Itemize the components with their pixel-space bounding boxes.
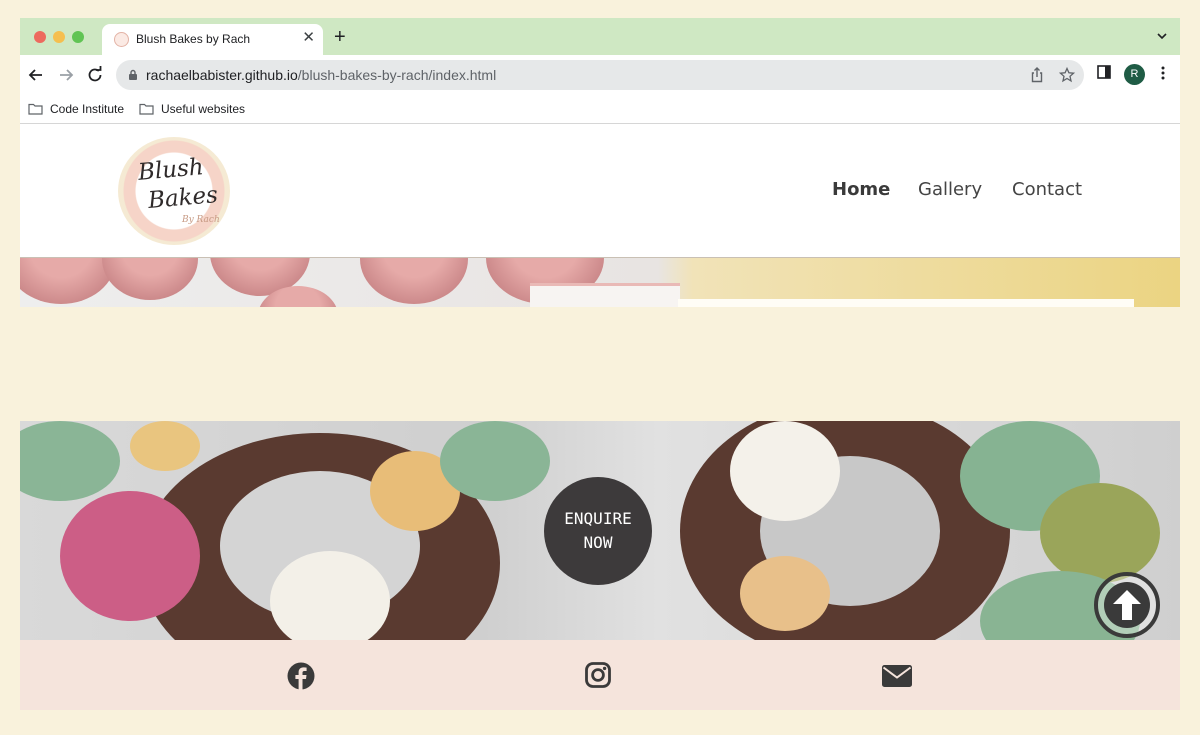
site-footer <box>20 640 1180 710</box>
lock-icon[interactable] <box>128 69 138 81</box>
bookmark-useful-websites[interactable]: Useful websites <box>139 100 245 118</box>
site-logo[interactable]: Blush Bakes By Rach <box>118 137 230 245</box>
folder-icon <box>139 103 154 115</box>
arrow-up-icon <box>1113 590 1141 620</box>
side-panel-icon[interactable] <box>1097 65 1111 79</box>
logo-line-1: Blush <box>136 154 205 186</box>
nav-home[interactable]: Home <box>832 179 890 200</box>
new-tab-button[interactable]: + <box>334 27 346 47</box>
logo-line-2: Bakes <box>147 182 219 214</box>
browser-tab[interactable]: Blush Bakes by Rach ✕ <box>102 24 323 55</box>
bookmark-label: Useful websites <box>161 102 246 116</box>
close-tab-icon[interactable]: ✕ <box>302 30 315 46</box>
facebook-icon[interactable] <box>287 662 315 690</box>
maximize-window-button[interactable] <box>72 31 84 43</box>
share-icon[interactable] <box>1030 67 1044 83</box>
tab-title: Blush Bakes by Rach <box>136 32 251 46</box>
logo-line-3: By Rach <box>182 215 220 225</box>
favicon-icon <box>114 32 129 47</box>
nav-gallery[interactable]: Gallery <box>918 179 982 200</box>
close-window-button[interactable] <box>34 31 46 43</box>
flower-white <box>270 551 390 640</box>
macaron <box>130 421 200 471</box>
chevron-down-icon[interactable] <box>1156 30 1168 42</box>
tab-strip: Blush Bakes by Rach ✕ + <box>20 18 1180 55</box>
macaron <box>740 556 830 631</box>
hero-image <box>20 258 1180 307</box>
frosting-green <box>20 421 120 501</box>
number-cake-banner: ENQUIRE NOW <box>20 421 1180 640</box>
flower-pink <box>60 491 200 621</box>
cupcake-image <box>360 258 468 304</box>
web-page: Blush Bakes By Rach Home Gallery Contact <box>20 125 1180 710</box>
folder-icon <box>28 103 43 115</box>
star-icon[interactable] <box>1059 67 1075 83</box>
bookmark-label: Code Institute <box>50 102 125 116</box>
cake-box-image <box>530 283 680 307</box>
browser-toolbar: rachaelbabister.github.io/blush-bakes-by… <box>20 55 1180 95</box>
browser-window: Blush Bakes by Rach ✕ + rachaelbabister.… <box>20 18 1180 710</box>
flower-white <box>730 421 840 521</box>
macaron <box>1040 483 1160 583</box>
frosting-green <box>440 421 550 501</box>
bookmark-code-institute[interactable]: Code Institute <box>28 100 124 118</box>
forward-icon[interactable] <box>56 65 76 85</box>
site-header: Blush Bakes By Rach Home Gallery Contact <box>20 125 1180 258</box>
nav-contact[interactable]: Contact <box>1012 179 1082 200</box>
enquire-now-button[interactable]: ENQUIRE NOW <box>544 477 652 585</box>
back-icon[interactable] <box>26 65 46 85</box>
enquire-now-label: ENQUIRE NOW <box>564 509 632 552</box>
envelope-icon[interactable] <box>882 665 912 687</box>
cupcake-image <box>102 258 198 300</box>
reload-icon[interactable] <box>85 65 105 85</box>
instagram-icon[interactable] <box>585 662 611 688</box>
bookmarks-bar: Code Institute Useful websites <box>20 95 1180 124</box>
profile-avatar[interactable]: R <box>1124 64 1145 85</box>
more-options-icon[interactable] <box>1160 65 1166 81</box>
address-bar[interactable]: rachaelbabister.github.io/blush-bakes-by… <box>116 60 1084 90</box>
hero-card <box>678 299 1134 307</box>
minimize-window-button[interactable] <box>53 31 65 43</box>
back-to-top-button[interactable] <box>1094 572 1160 638</box>
url-text: rachaelbabister.github.io/blush-bakes-by… <box>146 67 496 83</box>
url-host: rachaelbabister.github.io <box>146 67 298 83</box>
url-path: /blush-bakes-by-rach/index.html <box>297 67 497 83</box>
